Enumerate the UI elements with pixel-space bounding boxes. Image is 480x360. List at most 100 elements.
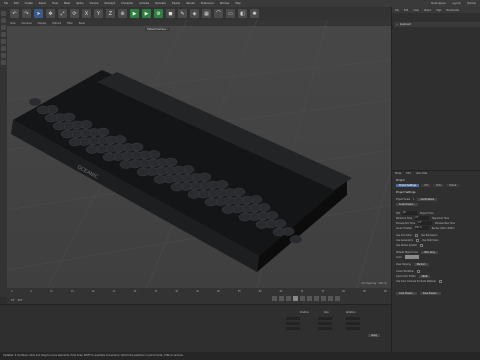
- keycap: [60, 129, 74, 139]
- tab-frame[interactable]: Frame: [446, 184, 460, 187]
- render-picture-icon[interactable]: ▶: [142, 9, 151, 18]
- undo-icon[interactable]: ↶: [10, 9, 19, 18]
- object-name: keyboard: [399, 23, 411, 26]
- bend-icon[interactable]: ⌒: [214, 9, 223, 18]
- y-axis-icon[interactable]: Y: [94, 9, 103, 18]
- menu-mograph[interactable]: MoGraph: [104, 2, 115, 5]
- position-label: Position: [300, 311, 309, 314]
- go-to-end-icon[interactable]: [314, 296, 319, 301]
- attr-menu-edit[interactable]: Edit: [406, 172, 410, 175]
- menu-edit[interactable]: Edit: [14, 2, 19, 5]
- x-axis-icon[interactable]: X: [82, 9, 91, 18]
- menu-window[interactable]: Window: [220, 2, 229, 5]
- cube-icon[interactable]: ◼: [166, 9, 175, 18]
- start-frame[interactable]: 0 F: [11, 299, 15, 302]
- redo-icon[interactable]: ↷: [22, 9, 31, 18]
- use-animation-checkbox[interactable]: [414, 233, 418, 237]
- menu-tools[interactable]: Tools: [52, 2, 58, 5]
- go-to-start-icon[interactable]: [272, 296, 277, 301]
- keyboard-model[interactable]: OCEANIC: [7, 20, 391, 288]
- rotation-p-field[interactable]: [346, 322, 360, 326]
- snap-icon[interactable]: [1, 53, 6, 58]
- menu-tracker[interactable]: Tracker: [172, 2, 181, 5]
- layout-label[interactable]: Layout:: [452, 2, 461, 5]
- menu-create[interactable]: Create: [25, 2, 33, 5]
- floor-icon[interactable]: ▭: [226, 9, 235, 18]
- menu-mesh[interactable]: Mesh: [64, 2, 70, 5]
- rotate-icon[interactable]: ⟳: [70, 9, 79, 18]
- next-key-icon[interactable]: [307, 296, 312, 301]
- z-axis-icon[interactable]: Z: [106, 9, 115, 18]
- autokey-icon[interactable]: [328, 296, 333, 301]
- startup-layout[interactable]: Startup: [467, 2, 476, 5]
- obj-menu-file[interactable]: File: [395, 9, 399, 12]
- obj-menu-object[interactable]: Object: [424, 9, 431, 12]
- select-icon[interactable]: ➤: [34, 9, 43, 18]
- linear-workflow-checkbox[interactable]: [416, 269, 420, 273]
- load-preset-button[interactable]: Load Preset...: [396, 291, 417, 295]
- polygons-mode-icon[interactable]: [1, 39, 6, 44]
- array-icon[interactable]: ▦: [202, 9, 211, 18]
- use-generators-checkbox[interactable]: [416, 238, 420, 242]
- light-icon[interactable]: ✺: [250, 9, 259, 18]
- scale-icon[interactable]: ⤢: [58, 9, 67, 18]
- 3d-viewport[interactable]: View Cameras Display Options Filter Pane…: [7, 20, 391, 288]
- camera-icon[interactable]: ◧: [238, 9, 247, 18]
- camera-label[interactable]: Default Camera ·:: [145, 28, 171, 31]
- save-preset-button[interactable]: Save Preset...: [419, 291, 441, 295]
- menu-character[interactable]: Character: [121, 2, 133, 5]
- play-icon[interactable]: [293, 296, 298, 301]
- pen-icon[interactable]: ✎: [178, 9, 187, 18]
- use-motion-system-checkbox[interactable]: [420, 243, 424, 247]
- axis-mode-icon[interactable]: [1, 46, 6, 51]
- menu-extensions[interactable]: Extensions: [201, 2, 214, 5]
- coordinate-system-icon[interactable]: ⊕: [118, 9, 127, 18]
- apply-button[interactable]: Apply: [368, 334, 381, 337]
- menu-select[interactable]: Select: [39, 2, 46, 5]
- points-mode-icon[interactable]: [1, 25, 6, 30]
- attr-menu-mode[interactable]: Mode: [395, 172, 401, 175]
- attribute-manager: Mode Edit User Data Project Project Sett…: [391, 170, 480, 352]
- obj-menu-tags[interactable]: Tags: [436, 9, 441, 12]
- menu-help[interactable]: Help: [235, 2, 240, 5]
- record-icon[interactable]: [321, 296, 326, 301]
- tab-todo[interactable]: Todo: [433, 184, 445, 187]
- menu-animate[interactable]: Animate: [139, 2, 149, 5]
- obj-menu-bookmarks[interactable]: Bookmarks: [446, 9, 459, 12]
- menu-simulate[interactable]: Simulate: [155, 2, 166, 5]
- size-z-field[interactable]: [318, 327, 332, 331]
- render-view-icon[interactable]: ▶: [130, 9, 139, 18]
- model-mode-icon[interactable]: [1, 11, 6, 16]
- previous-frame-icon[interactable]: [286, 296, 291, 301]
- obj-menu-edit[interactable]: Edit: [404, 9, 408, 12]
- position-z-field[interactable]: [286, 327, 300, 331]
- texture-mode-icon[interactable]: [1, 18, 6, 23]
- keyframe-icon[interactable]: [335, 296, 340, 301]
- workplane-icon[interactable]: [1, 60, 6, 65]
- position-x-field[interactable]: [286, 317, 300, 321]
- size-y-field[interactable]: [318, 322, 332, 326]
- move-icon[interactable]: ✥: [46, 9, 55, 18]
- size-x-field[interactable]: [318, 317, 332, 321]
- next-frame-icon[interactable]: [300, 296, 305, 301]
- end-frame[interactable]: 90 F: [18, 299, 23, 302]
- previous-key-icon[interactable]: [279, 296, 284, 301]
- color-swatch[interactable]: [404, 255, 419, 259]
- rotation-h-field[interactable]: [346, 317, 360, 321]
- position-y-field[interactable]: [286, 322, 300, 326]
- obj-menu-view[interactable]: View: [413, 9, 418, 12]
- menu-volume[interactable]: Volume: [90, 2, 99, 5]
- node-material-checkbox[interactable]: [438, 279, 442, 283]
- object-row[interactable]: ◇ keyboard: [394, 22, 480, 27]
- render-settings-icon[interactable]: ⚙: [154, 9, 163, 18]
- subdivision-icon[interactable]: ◈: [190, 9, 199, 18]
- menu-render[interactable]: Render: [186, 2, 195, 5]
- attr-menu-user-data[interactable]: User Data: [416, 172, 427, 175]
- tab-project-settings[interactable]: Project Settings: [396, 184, 420, 187]
- node-space-label[interactable]: Node Space:: [431, 2, 446, 5]
- tab-info[interactable]: Info: [421, 184, 432, 187]
- menu-file[interactable]: File: [4, 2, 8, 5]
- edges-mode-icon[interactable]: [1, 32, 6, 37]
- rotation-b-field[interactable]: [346, 327, 360, 331]
- menu-spline[interactable]: Spline: [76, 2, 83, 5]
